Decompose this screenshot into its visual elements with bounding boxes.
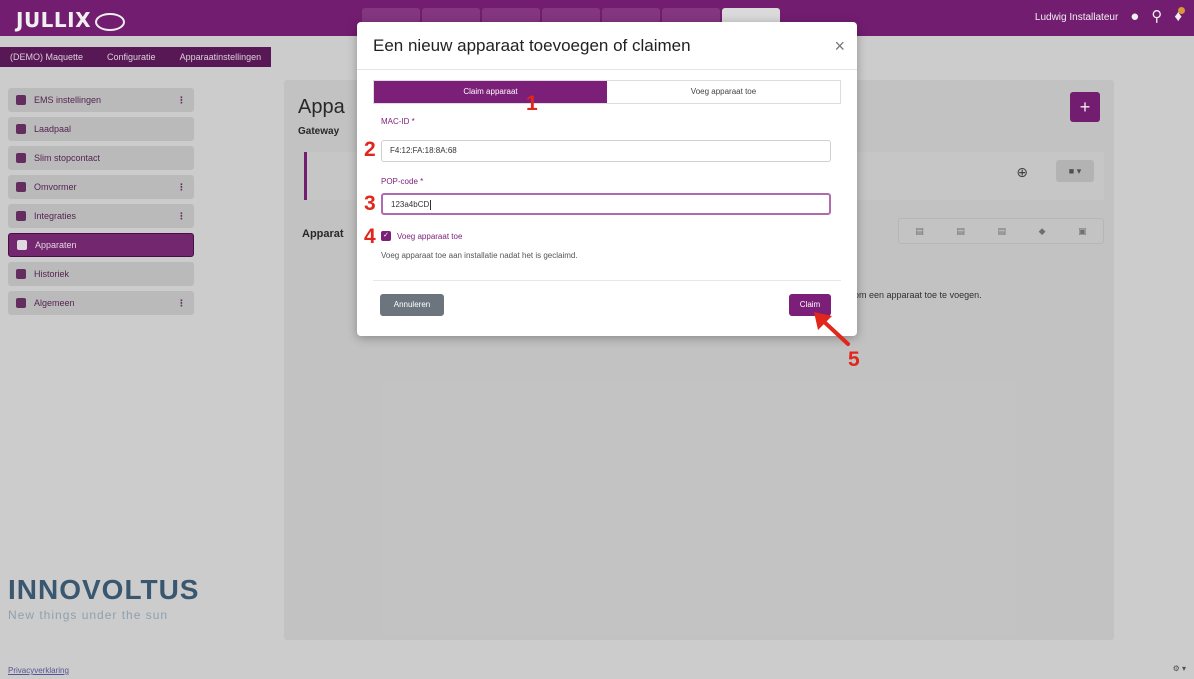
step-3-marker: 3	[364, 192, 376, 215]
pop-code-value: 123a4bCD	[391, 200, 430, 209]
tab-voeg-apparaat-toe[interactable]: Voeg apparaat toe	[607, 81, 840, 103]
modal-divider	[373, 280, 841, 281]
modal-tabs: Claim apparaat Voeg apparaat toe	[373, 80, 841, 104]
add-device-modal: Een nieuw apparaat toevoegen of claimen …	[357, 22, 857, 336]
add-device-checkbox[interactable]: ✓	[381, 231, 391, 241]
add-device-help-text: Voeg apparaat toe aan installatie nadat …	[381, 251, 578, 260]
close-icon[interactable]: ×	[834, 36, 845, 57]
modal-header: Een nieuw apparaat toevoegen of claimen	[357, 22, 857, 70]
mac-id-label: MAC-ID *	[381, 117, 415, 126]
red-arrow-icon	[814, 312, 850, 346]
step-5-marker: 5	[848, 348, 860, 371]
step-2-marker: 2	[364, 138, 376, 161]
mac-id-input[interactable]: F4:12:FA:18:8A:68	[381, 140, 831, 162]
add-device-checkbox-label: Voeg apparaat toe	[397, 231, 463, 241]
pop-code-label: POP-code *	[381, 177, 424, 186]
add-device-checkbox-row[interactable]: ✓ Voeg apparaat toe	[381, 231, 462, 241]
tab-claim-apparaat[interactable]: Claim apparaat	[374, 81, 607, 103]
pop-code-input[interactable]: 123a4bCD	[381, 193, 831, 215]
cancel-button[interactable]: Annuleren	[380, 294, 444, 316]
step-1-marker: 1	[526, 92, 538, 115]
step-4-marker: 4	[364, 225, 376, 248]
modal-title: Een nieuw apparaat toevoegen of claimen	[373, 36, 691, 55]
